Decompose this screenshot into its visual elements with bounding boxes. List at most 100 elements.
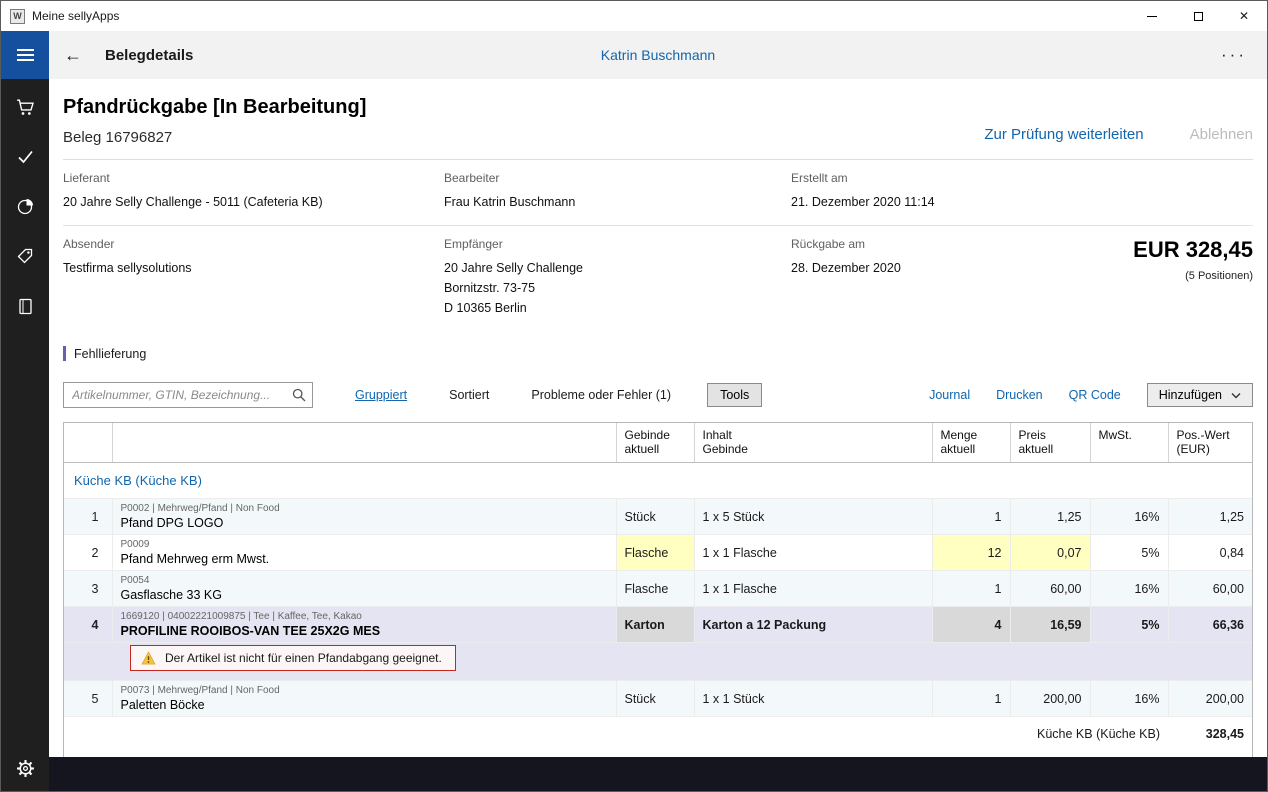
menge-cell[interactable]: 1 [932,681,1010,717]
forward-for-review-button[interactable]: Zur Prüfung weiterleiten [984,126,1143,143]
warning-text: Der Artikel ist nicht für einen Pfandabg… [165,651,442,665]
more-options-button[interactable]: ··· [1201,45,1267,65]
recipient-line: 20 Jahre Selly Challenge [444,258,781,278]
article-search-input[interactable] [63,382,313,408]
wert-cell: 60,00 [1168,571,1252,607]
article-name: Gasflasche 33 KG [121,588,608,602]
user-name-link[interactable]: Katrin Buschmann [601,47,715,63]
journal-link[interactable]: Journal [929,388,970,402]
preis-cell[interactable]: 0,07 [1010,535,1090,571]
group-toggle-link[interactable]: Gruppiert [355,388,407,402]
article-cell: P0002 | Mehrweg/Pfand | Non Food Pfand D… [112,499,616,535]
menge-cell[interactable]: 4 [932,607,1010,643]
qr-code-link[interactable]: QR Code [1069,388,1121,402]
preis-cell[interactable]: 16,59 [1010,607,1090,643]
sidebar-item-statistics[interactable] [1,193,49,219]
column-header-mwst: MwSt. [1090,423,1168,463]
article-meta: P0054 [121,575,608,586]
article-meta: P0002 | Mehrweg/Pfand | Non Food [121,503,608,514]
maximize-button[interactable] [1175,1,1221,31]
table-row-selected[interactable]: 4 1669120 | 04002221009875 | Tee | Kaffe… [64,607,1252,643]
checkmark-icon [16,147,35,166]
preis-cell[interactable]: 200,00 [1010,681,1090,717]
table-row[interactable]: 1 P0002 | Mehrweg/Pfand | Non Food Pfand… [64,499,1252,535]
delivery-error-tag: Fehllieferung [63,346,1253,361]
tools-button[interactable]: Tools [707,383,762,407]
table-row[interactable]: 3 P0054 Gasflasche 33 KG Flasche 1 x 1 F… [64,571,1252,607]
table-header-row: Gebinde aktuell Inhalt Gebinde Menge akt… [64,423,1252,463]
group-total-row: Küche KB (Küche KB) 328,45 [64,717,1252,752]
gebinde-cell[interactable]: Karton [616,607,694,643]
wert-cell: 0,84 [1168,535,1252,571]
sidebar-item-prices[interactable] [1,243,49,269]
menge-cell[interactable]: 1 [932,499,1010,535]
app-icon: W [10,9,25,24]
sidebar-item-cart[interactable] [1,93,49,119]
minimize-button[interactable] [1129,1,1175,31]
hamburger-menu-button[interactable] [1,31,49,79]
article-cell: 1669120 | 04002221009875 | Tee | Kaffee,… [112,607,616,643]
table-row[interactable]: 5 P0073 | Mehrweg/Pfand | Non Food Palet… [64,681,1252,717]
sort-toggle-link[interactable]: Sortiert [449,388,489,402]
row-warning: Der Artikel ist nicht für einen Pfandabg… [64,643,1252,681]
pie-chart-icon [16,197,35,216]
menge-cell[interactable]: 1 [932,571,1010,607]
search-icon [292,388,306,402]
gebinde-cell[interactable]: Flasche [616,571,694,607]
close-button[interactable]: ✕ [1221,1,1267,31]
gebinde-cell[interactable]: Flasche [616,535,694,571]
article-cell: P0009 Pfand Mehrweg erm Mwst. [112,535,616,571]
document-title: Pfandrückgabe [In Bearbeitung] [63,96,366,119]
back-button[interactable]: ← [49,45,97,66]
mwst-cell: 5% [1090,607,1168,643]
sidebar [1,31,49,791]
article-meta: P0073 | Mehrweg/Pfand | Non Food [121,685,608,696]
total-amount: EUR 328,45 [1091,237,1253,263]
row-number: 5 [64,681,112,717]
recipient-line: Bornitzstr. 73-75 [444,278,781,298]
items-toolbar: Gruppiert Sortiert Probleme oder Fehler … [63,382,1253,408]
document-total: EUR 328,45 (5 Positionen) [1091,225,1253,331]
preis-cell[interactable]: 1,25 [1010,499,1090,535]
menge-cell[interactable]: 12 [932,535,1010,571]
window-controls: ✕ [1129,1,1267,31]
page-title: Belegdetails [105,47,193,64]
chevron-down-icon [1231,392,1241,399]
article-cell: P0054 Gasflasche 33 KG [112,571,616,607]
field-label: Bearbeiter [444,171,781,185]
column-header-preis: Preis aktuell [1010,423,1090,463]
document-heading: Pfandrückgabe [In Bearbeitung] Beleg 167… [63,96,366,146]
problems-filter-link[interactable]: Probleme oder Fehler (1) [531,388,671,402]
tag-bar [63,346,66,361]
document-content: Pfandrückgabe [In Bearbeitung] Beleg 167… [49,79,1267,757]
preis-cell[interactable]: 60,00 [1010,571,1090,607]
field-empfaenger: Empfänger 20 Jahre Selly Challenge Borni… [444,225,791,331]
field-label: Absender [63,237,434,251]
position-count: (5 Positionen) [1091,270,1253,282]
print-link[interactable]: Drucken [996,388,1043,402]
sidebar-item-tasks[interactable] [1,143,49,169]
row-number: 3 [64,571,112,607]
inhalt-cell: Karton a 12 Packung [694,607,932,643]
row-number: 1 [64,499,112,535]
add-item-button[interactable]: Hinzufügen [1147,383,1253,407]
reject-button[interactable]: Ablehnen [1190,126,1253,143]
document-number: Beleg 16796827 [63,129,366,146]
positions-table: Gebinde aktuell Inhalt Gebinde Menge akt… [63,422,1253,757]
column-header-article [112,423,616,463]
gebinde-cell[interactable]: Stück [616,499,694,535]
field-value: 21. Dezember 2020 11:14 [791,192,1081,212]
sidebar-item-documents[interactable] [1,293,49,319]
mwst-cell: 16% [1090,681,1168,717]
shopping-cart-icon [15,97,35,116]
recipient-line: D 10365 Berlin [444,298,781,318]
sidebar-item-settings[interactable] [1,755,49,781]
inhalt-cell: 1 x 5 Stück [694,499,932,535]
mwst-cell: 5% [1090,535,1168,571]
maximize-icon [1194,12,1203,21]
article-name: Paletten Böcke [121,698,608,712]
table-row[interactable]: 2 P0009 Pfand Mehrweg erm Mwst. Flasche … [64,535,1252,571]
minimize-icon [1147,16,1157,17]
inhalt-cell: 1 x 1 Stück [694,681,932,717]
gebinde-cell[interactable]: Stück [616,681,694,717]
